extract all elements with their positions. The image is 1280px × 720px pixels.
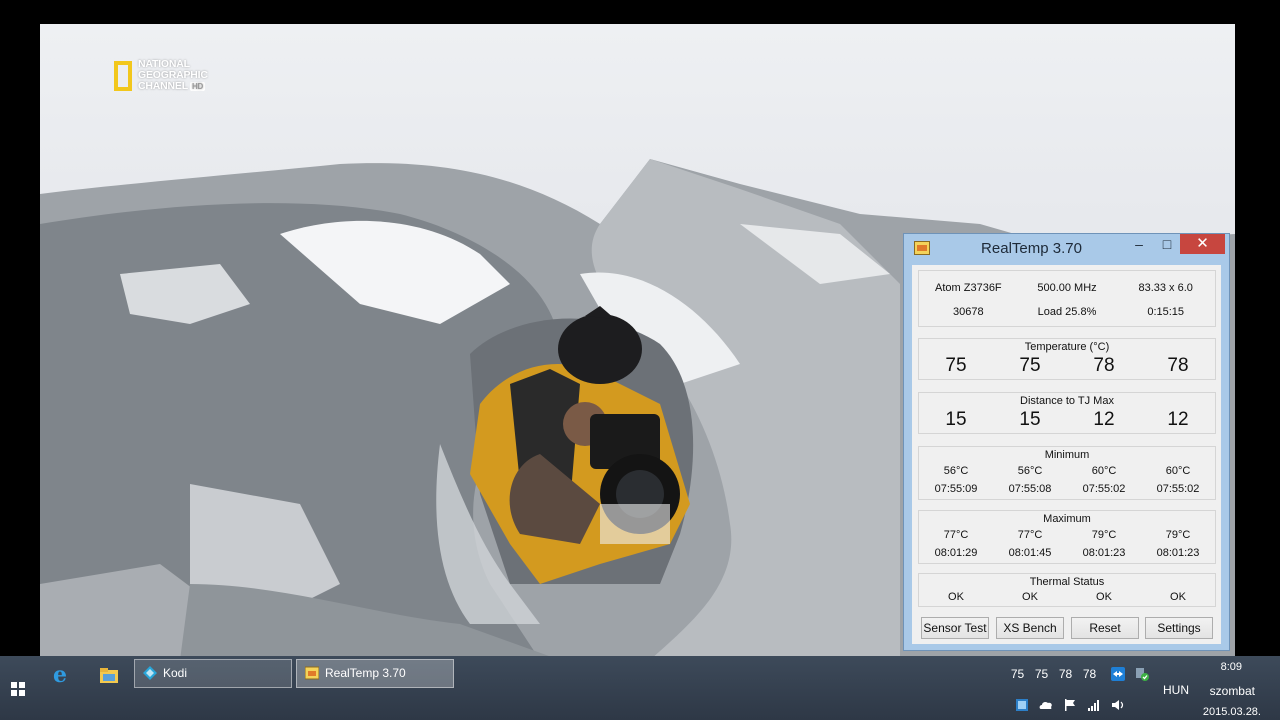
cpu-info-group: Atom Z3736F 500.00 MHz 83.33 x 6.0 30678…: [918, 270, 1216, 327]
core1-min-temp: 56°C: [1017, 465, 1043, 477]
core3-temp: 78: [1167, 355, 1189, 376]
input-language-indicator[interactable]: HUN: [1163, 683, 1189, 697]
logo-line-3: CHANNEL: [138, 80, 188, 92]
core3-max-temp: 79°C: [1165, 529, 1191, 541]
minimum-group: Minimum 56°C 56°C 60°C 60°C 07:55:09 07:…: [918, 446, 1216, 500]
ng-yellow-frame-icon: [114, 60, 132, 91]
cpu-vid: 30678: [953, 306, 984, 318]
core3-distance: 12: [1167, 409, 1189, 430]
security-check-icon[interactable]: [1135, 667, 1149, 681]
minimum-title: Minimum: [1044, 449, 1090, 461]
core1-max-temp: 77°C: [1017, 529, 1043, 541]
volume-icon[interactable]: [1111, 698, 1125, 712]
core2-min-temp: 60°C: [1091, 465, 1117, 477]
core1-temp: 75: [1019, 355, 1041, 376]
distance-title: Distance to TJ Max: [1020, 395, 1114, 407]
file-explorer-icon[interactable]: [98, 664, 120, 686]
realtemp-taskbar-icon: [305, 666, 319, 680]
core3-thermal-status: OK: [1170, 591, 1186, 603]
tray-temp-core3: 78: [1082, 667, 1097, 681]
cpu-model: Atom Z3736F: [935, 282, 1002, 294]
thermal-status-group: Thermal Status OK OK OK OK: [918, 573, 1216, 607]
uptime: 0:15:15: [1147, 306, 1185, 318]
tray-temp-core0: 75: [1010, 667, 1025, 681]
maximize-button[interactable]: □: [1156, 234, 1178, 254]
maximum-group: Maximum 77°C 77°C 79°C 79°C 08:01:29 08:…: [918, 510, 1216, 564]
national-geographic-logo: NATIONAL GEOGRAPHIC CHANNEL HD: [114, 59, 208, 92]
core0-max-temp: 77°C: [943, 529, 969, 541]
core1-thermal-status: OK: [1022, 591, 1038, 603]
core1-max-time: 08:01:45: [1008, 547, 1052, 559]
maximum-title: Maximum: [1043, 513, 1091, 525]
title-bar[interactable]: RealTemp 3.70 – □ ✕: [904, 234, 1229, 263]
core2-thermal-status: OK: [1096, 591, 1112, 603]
core3-max-time: 08:01:23: [1156, 547, 1200, 559]
cpu-multiplier: 83.33 x 6.0: [1138, 282, 1193, 294]
taskbar-item-realtemp[interactable]: RealTemp 3.70: [296, 659, 454, 688]
window-title: RealTemp 3.70: [981, 240, 1082, 257]
teamviewer-icon[interactable]: [1111, 667, 1125, 681]
core1-min-time: 07:55:08: [1008, 483, 1052, 495]
minimize-button[interactable]: –: [1128, 234, 1150, 254]
tray-temp-core1: 75: [1034, 667, 1049, 681]
core0-distance: 15: [945, 409, 967, 430]
temperature-group: Temperature (°C) 75 75 78 78: [918, 338, 1216, 380]
core0-temp: 75: [945, 355, 967, 376]
core0-thermal-status: OK: [948, 591, 964, 603]
realtemp-client-area: Atom Z3736F 500.00 MHz 83.33 x 6.0 30678…: [912, 265, 1221, 644]
taskbar-item-kodi[interactable]: Kodi: [134, 659, 292, 688]
core2-min-time: 07:55:02: [1082, 483, 1126, 495]
button-bar: Sensor Test XS Bench Reset Settings: [912, 617, 1221, 641]
core3-min-temp: 60°C: [1165, 465, 1191, 477]
xs-bench-button[interactable]: XS Bench: [996, 617, 1064, 639]
sensor-test-button[interactable]: Sensor Test: [921, 617, 989, 639]
tray-temperature-readout[interactable]: 75 75 78 78: [1010, 667, 1097, 681]
cpu-frequency: 500.00 MHz: [1037, 282, 1097, 294]
clock-date[interactable]: 2015.03.28.: [1195, 706, 1261, 718]
tray-temp-core2: 78: [1058, 667, 1073, 681]
taskbar-item-kodi-label: Kodi: [163, 666, 188, 680]
close-button[interactable]: ✕: [1180, 234, 1225, 254]
kodi-icon: [143, 666, 157, 680]
network-share-icon[interactable]: [1015, 698, 1029, 712]
temperature-title: Temperature (°C): [1024, 341, 1110, 353]
taskbar-item-realtemp-label: RealTemp 3.70: [325, 666, 406, 680]
clock-time[interactable]: 8:09: [1200, 661, 1242, 673]
core0-min-time: 07:55:09: [934, 483, 978, 495]
core1-distance: 15: [1019, 409, 1041, 430]
thermal-title: Thermal Status: [1029, 576, 1105, 588]
internet-explorer-icon[interactable]: e: [53, 664, 75, 686]
action-center-flag-icon[interactable]: [1063, 698, 1077, 712]
distance-group: Distance to TJ Max 15 15 12 12: [918, 392, 1216, 434]
reset-button[interactable]: Reset: [1071, 617, 1139, 639]
taskbar: e Kodi RealTemp 3.70 75 75 78 78 HUN 8:0…: [0, 656, 1280, 720]
core2-distance: 12: [1093, 409, 1115, 430]
windows-start-icon[interactable]: [11, 682, 25, 696]
realtemp-window[interactable]: RealTemp 3.70 – □ ✕ Atom Z3736F 500.00 M…: [903, 233, 1230, 651]
settings-button[interactable]: Settings: [1145, 617, 1213, 639]
core3-min-time: 07:55:02: [1156, 483, 1200, 495]
wifi-signal-icon[interactable]: [1087, 698, 1101, 712]
core0-min-temp: 56°C: [943, 465, 969, 477]
core2-temp: 78: [1093, 355, 1115, 376]
onedrive-cloud-icon[interactable]: [1039, 698, 1053, 712]
core0-max-time: 08:01:29: [934, 547, 978, 559]
core2-max-temp: 79°C: [1091, 529, 1117, 541]
cpu-load: Load 25.8%: [1037, 306, 1097, 318]
clock-day[interactable]: szombat: [1195, 684, 1255, 698]
logo-hd-badge: HD: [189, 82, 206, 91]
core2-max-time: 08:01:23: [1082, 547, 1126, 559]
